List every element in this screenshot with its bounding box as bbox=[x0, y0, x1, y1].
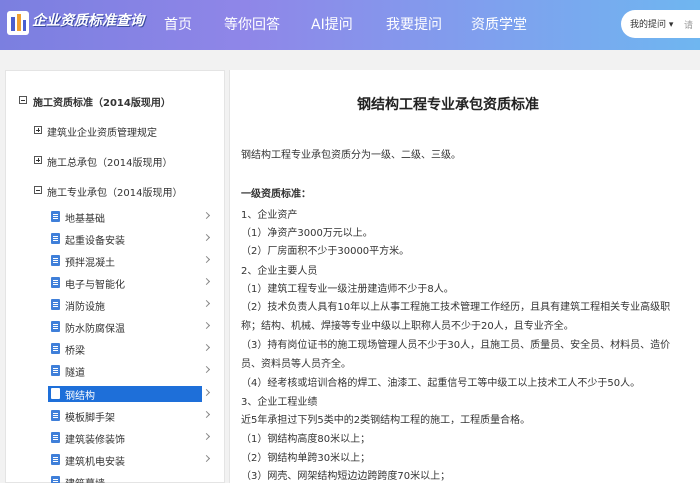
document-icon bbox=[51, 343, 60, 354]
paragraph: （1）钢结构高度80米以上； bbox=[241, 434, 371, 445]
sidebar-item-decoration[interactable]: 建筑装修装饰 bbox=[65, 431, 125, 446]
document-icon bbox=[51, 255, 60, 266]
paragraph: 近5年承担过下列5类中的2类钢结构工程的施工，工程质量合格。 bbox=[241, 415, 531, 426]
sidebar-item-ready-mix-concrete[interactable]: 预拌混凝土 bbox=[65, 254, 115, 269]
minus-box-icon[interactable] bbox=[19, 96, 27, 104]
nav-qualification-school[interactable]: 资质学堂 bbox=[471, 0, 527, 50]
sidebar-item-electronics-intelligent[interactable]: 电子与智能化 bbox=[65, 276, 125, 291]
sidebar-item-lifting-equipment[interactable]: 起重设备安装 bbox=[65, 232, 125, 247]
paragraph: （1）净资产3000万元以上。 bbox=[241, 228, 373, 239]
plus-box-icon[interactable] bbox=[34, 156, 42, 164]
page-title: 钢结构工程专业承包资质标准 bbox=[357, 97, 539, 113]
site-logo-text[interactable]: 企业资质标准查询 bbox=[32, 10, 144, 30]
document-icon bbox=[51, 277, 60, 288]
paragraph: （2）厂房面积不少于30000平方米。 bbox=[241, 246, 410, 257]
document-icon bbox=[51, 454, 60, 465]
paragraph: 3、企业工程业绩 bbox=[241, 397, 318, 408]
paragraph: 称；结构、机械、焊接等专业中级以上职称人员不少于20人，且专业齐全。 bbox=[241, 321, 574, 332]
tree-section-regulations[interactable]: 建筑业企业资质管理规定 bbox=[47, 124, 157, 139]
paragraph: 钢结构工程专业承包资质分为一级、二级、三级。 bbox=[241, 150, 461, 161]
nav-waiting-answers[interactable]: 等你回答 bbox=[224, 0, 280, 50]
paragraph: 2、企业主要人员 bbox=[241, 266, 318, 277]
sidebar-item-formwork-scaffold[interactable]: 模板脚手架 bbox=[65, 409, 115, 424]
sidebar-item-waterproof-insulation[interactable]: 防水防腐保温 bbox=[65, 320, 125, 335]
logo-icon[interactable] bbox=[6, 9, 30, 37]
document-icon bbox=[51, 365, 60, 376]
search-category-label: 我的提问 bbox=[630, 20, 667, 30]
document-icon bbox=[51, 321, 60, 332]
search-category-select[interactable]: 我的提问 ▾ bbox=[630, 17, 673, 30]
document-icon bbox=[51, 211, 60, 222]
document-icon bbox=[51, 388, 60, 399]
sidebar-item-curtain-wall[interactable]: 建筑幕墙 bbox=[65, 475, 105, 483]
document-icon bbox=[51, 410, 60, 421]
tree-section-specialty-contracting[interactable]: 施工专业承包（2014版现用） bbox=[47, 184, 182, 199]
document-icon bbox=[51, 233, 60, 244]
paragraph: （3）网壳、网架结构短边边跨跨度70米以上； bbox=[241, 471, 451, 482]
sidebar-item-fire-protection[interactable]: 消防设施 bbox=[65, 298, 105, 313]
paragraph: （2）钢结构单跨30米以上； bbox=[241, 453, 371, 464]
sidebar-item-steel-structure[interactable]: 钢结构 bbox=[65, 387, 95, 402]
document-icon bbox=[51, 476, 60, 483]
section-heading: 一级资质标准： bbox=[241, 189, 311, 200]
nav-home[interactable]: 首页 bbox=[164, 0, 192, 50]
paragraph: （2）技术负责人具有10年以上从事工程施工技术管理工作经历，且具有建筑工程相关专… bbox=[241, 302, 671, 313]
paragraph: （1）建筑工程专业一级注册建造师不少于8人。 bbox=[241, 284, 454, 295]
top-nav-bar: 企业资质标准查询 首页 等你回答 AI提问 我要提问 资质学堂 我的提问 ▾ 请 bbox=[0, 0, 700, 50]
paragraph: （3）持有岗位证书的施工现场管理人员不少于30人，且施工员、质量员、安全员、材料… bbox=[241, 340, 671, 351]
minus-box-icon[interactable] bbox=[34, 186, 42, 194]
nav-ai-ask[interactable]: AI提问 bbox=[311, 0, 353, 50]
document-icon bbox=[51, 432, 60, 443]
sidebar-item-mep-installation[interactable]: 建筑机电安装 bbox=[65, 453, 125, 468]
paragraph: 1、企业资产 bbox=[241, 210, 298, 221]
paragraph: 员、资料员等人员齐全。 bbox=[241, 359, 351, 370]
document-icon bbox=[51, 299, 60, 310]
sidebar-item-bridge[interactable]: 桥梁 bbox=[65, 342, 85, 357]
tree-section-general-contracting[interactable]: 施工总承包（2014版现用） bbox=[47, 154, 172, 169]
search-input[interactable]: 请 bbox=[684, 18, 693, 31]
plus-box-icon[interactable] bbox=[34, 126, 42, 134]
caret-down-icon: ▾ bbox=[666, 20, 674, 30]
sidebar-item-foundation[interactable]: 地基基础 bbox=[65, 210, 105, 225]
sidebar-item-tunnel[interactable]: 隧道 bbox=[65, 364, 85, 379]
nav-ask-question[interactable]: 我要提问 bbox=[386, 0, 442, 50]
tree-root[interactable]: 施工资质标准（2014版现用） bbox=[33, 94, 171, 109]
paragraph: （4）经考核或培训合格的焊工、油漆工、起重信号工等中级工以上技术工人不少于50人… bbox=[241, 378, 641, 389]
